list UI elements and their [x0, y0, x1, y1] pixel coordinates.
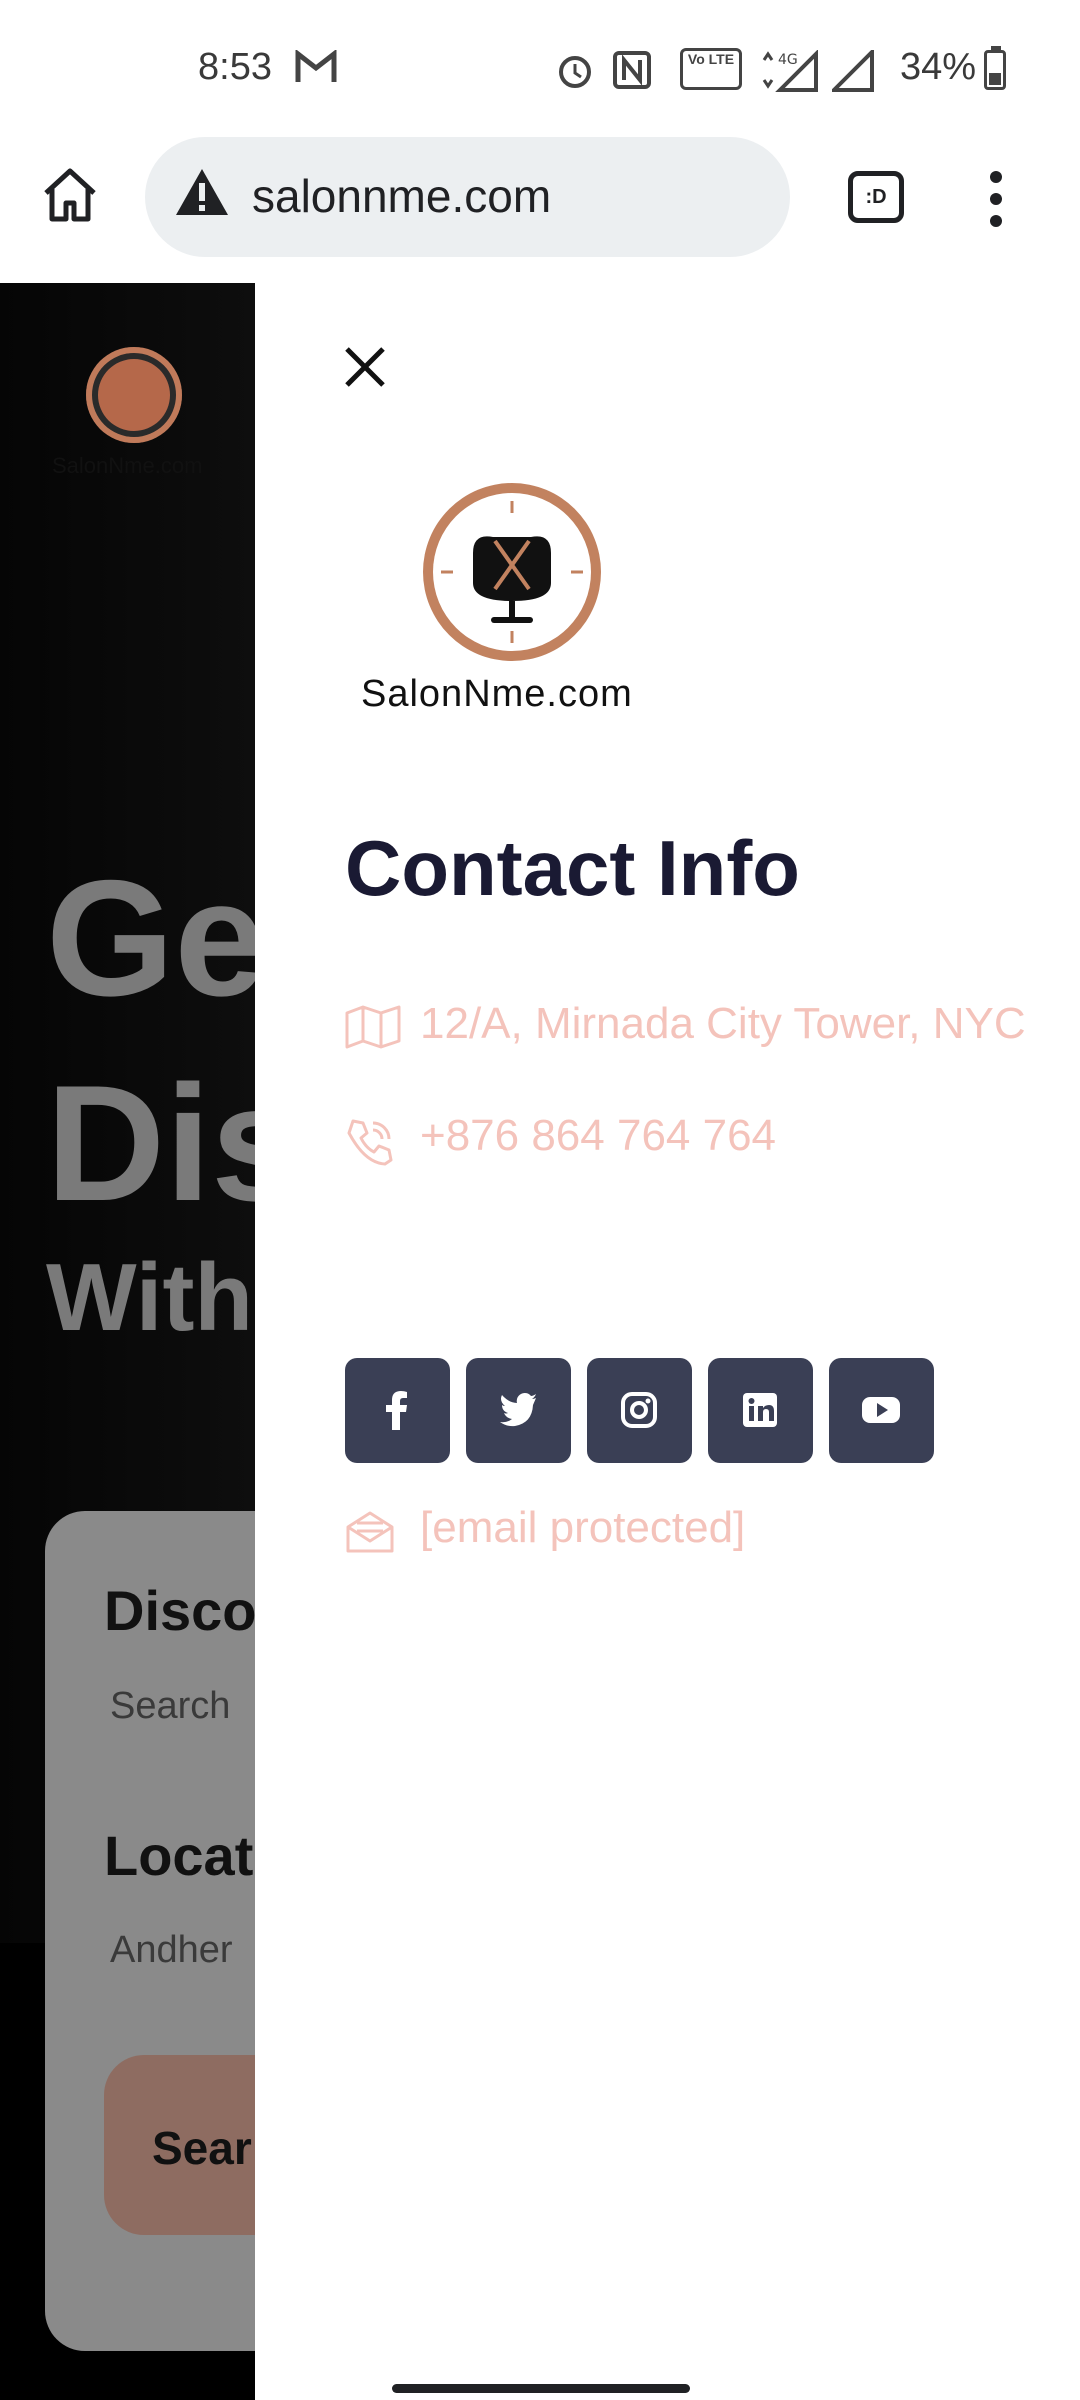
nfc-icon: [613, 51, 651, 89]
youtube-icon: [862, 1397, 900, 1423]
contact-drawer: SalonNme.com Contact Info 12/A, Mirnada …: [255, 283, 1080, 2400]
instagram-button[interactable]: [587, 1358, 692, 1463]
gesture-home-bar[interactable]: [392, 2384, 690, 2393]
site-logo-small-text: SalonNme.com: [52, 453, 203, 478]
overflow-menu-icon[interactable]: [984, 169, 1008, 229]
location-input[interactable]: Andher: [110, 1929, 233, 1972]
signal-icon: [832, 50, 874, 92]
tab-switcher-button[interactable]: :D: [848, 171, 904, 223]
warning-icon[interactable]: [174, 167, 230, 217]
signal-4g-icon: 4G: [762, 50, 818, 92]
volte-icon: Vo LTE: [680, 48, 742, 90]
search-input[interactable]: Search: [110, 1685, 230, 1728]
hero-heading-line1: Ge: [46, 846, 267, 1030]
gmail-icon: [295, 50, 337, 82]
url-text[interactable]: salonnme.com: [252, 169, 551, 223]
search-button-label: Sear: [152, 2122, 252, 2174]
twitter-icon: [500, 1392, 536, 1427]
twitter-button[interactable]: [466, 1358, 571, 1463]
site-logo-small[interactable]: [86, 347, 182, 443]
close-icon[interactable]: [343, 345, 387, 389]
network-type: 4G: [778, 52, 798, 68]
alarm-icon: [559, 56, 591, 88]
facebook-icon: [386, 1391, 407, 1430]
discover-label: Disco: [104, 1579, 257, 1642]
browser-toolbar: salonnme.com :D: [0, 135, 1080, 285]
contact-title: Contact Info: [345, 824, 800, 912]
chair-scissors-icon: [441, 501, 583, 643]
battery-icon: [984, 50, 1006, 90]
status-bar: 8:53 Vo LTE 4G 34%: [0, 0, 1080, 135]
linkedin-icon: [743, 1393, 777, 1427]
phone-icon: [347, 1119, 393, 1166]
mail-icon: [346, 1511, 394, 1553]
facebook-button[interactable]: [345, 1358, 450, 1463]
battery-percent: 34%: [900, 46, 977, 88]
linkedin-button[interactable]: [708, 1358, 813, 1463]
phone-text[interactable]: +876 864 764 764: [420, 1111, 776, 1161]
map-icon: [345, 1005, 401, 1049]
email-text[interactable]: [email protected]: [420, 1503, 745, 1553]
address-text: 12/A, Mirnada City Tower, NYC: [420, 999, 1026, 1048]
status-time: 8:53: [198, 46, 272, 88]
site-logo-text: SalonNme.com: [361, 673, 633, 715]
home-icon[interactable]: [40, 165, 100, 225]
location-label: Locat: [104, 1824, 254, 1887]
instagram-icon: [621, 1392, 657, 1428]
youtube-button[interactable]: [829, 1358, 934, 1463]
hero-subheading: With: [46, 1244, 254, 1351]
volte-label: Vo LTE: [687, 51, 735, 67]
